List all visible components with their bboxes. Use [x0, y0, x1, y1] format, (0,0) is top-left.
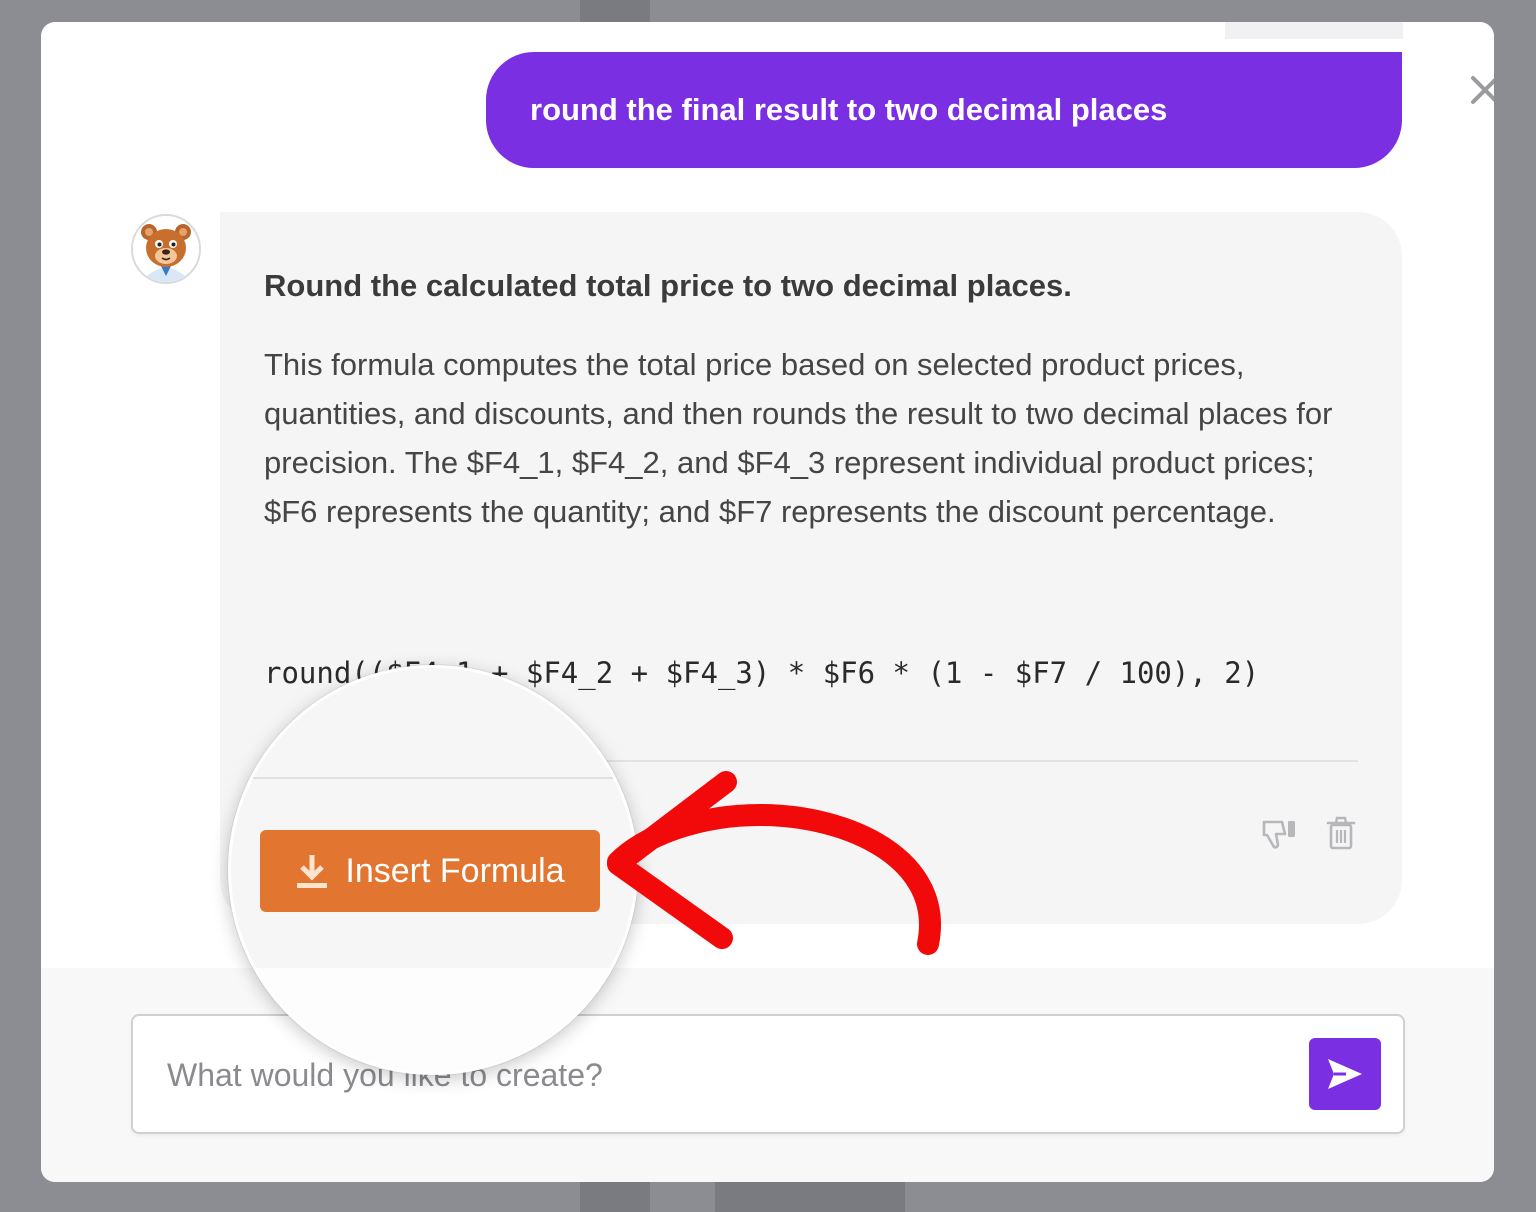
response-title: Round the calculated total price to two …	[264, 268, 1072, 303]
thumbs-down-button[interactable]	[1260, 814, 1298, 852]
close-button[interactable]	[1463, 68, 1494, 112]
backdrop	[580, 1182, 650, 1212]
backdrop	[715, 1182, 905, 1212]
bear-mascot-avatar-icon	[133, 216, 199, 282]
thumbs-down-icon	[1262, 820, 1295, 849]
send-icon	[1328, 1059, 1362, 1089]
magnified-divider	[231, 777, 635, 779]
send-button[interactable]	[1309, 1038, 1381, 1110]
trash-icon	[1326, 816, 1356, 850]
response-description: This formula computes the total price ba…	[264, 347, 1333, 529]
scroll-area-edge	[1225, 22, 1403, 39]
magnified-composer-area	[231, 968, 635, 1072]
download-icon	[297, 855, 328, 888]
assistant-avatar	[131, 214, 201, 284]
user-message-text: round the final result to two decimal pl…	[530, 92, 1168, 127]
message-actions	[1260, 814, 1360, 852]
insert-formula-label: Insert Formula	[345, 851, 565, 890]
close-icon	[1471, 76, 1494, 104]
backdrop	[580, 0, 650, 22]
delete-button[interactable]	[1322, 814, 1360, 852]
user-message-bubble: round the final result to two decimal pl…	[486, 52, 1402, 168]
insert-formula-button[interactable]: Insert Formula	[260, 830, 600, 912]
